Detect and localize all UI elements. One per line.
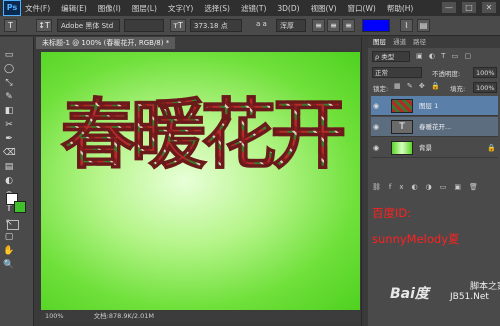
layer-name: 春暖花开... [419,123,452,131]
document-tab[interactable]: 未标题-1 @ 100% (春暖花开, RGB/8) * [36,37,176,49]
opacity-field[interactable]: 100% [473,67,497,78]
document-canvas[interactable]: 春暖花开 [41,52,360,310]
shape-tool-icon[interactable]: ▢ [3,231,15,243]
menu-bar: Ps 文件(F) 编辑(E) 图像(I) 图层(L) 文字(Y) 选择(S) 滤… [0,0,500,16]
trash-icon[interactable]: 🗑 [469,183,486,191]
collapsed-panel-strip [361,37,368,326]
menu-edit[interactable]: 编辑(E) [61,3,87,14]
site-url: JB51.Net [450,292,489,302]
lasso-tool-icon[interactable]: ◯ [3,63,15,75]
align-right-icon[interactable]: ≡ [342,19,355,32]
baidu-logo: Bai度 [390,286,429,302]
text-layer-icon: T [391,120,413,134]
adjustment-icon[interactable]: ◑ [426,183,440,191]
gradient-tool-icon[interactable]: ▤ [3,161,15,173]
menu-filter[interactable]: 滤镜(T) [241,3,266,14]
quick-mask-icon[interactable] [7,220,19,230]
group-icon[interactable]: ▭ [440,183,455,191]
layer-name: 背景 [419,144,432,152]
fx-icon[interactable]: fx [389,183,412,191]
layers-footer: ⛓fx◐◑▭▣🗑 [372,183,498,193]
blend-mode-select[interactable]: 正常 [372,67,422,78]
font-family-select[interactable]: Adobe 黑体 Std [57,19,120,32]
menu-type[interactable]: 文字(Y) [168,3,193,14]
lock-icons[interactable]: ▦ ✎ ✥ 🔒 [394,82,442,90]
window-controls: — □ ✕ [442,2,496,13]
hand-tool-icon[interactable]: ✋ [3,245,15,257]
menu-window[interactable]: 窗口(W) [348,3,376,14]
layer-row-3[interactable]: ◉ 背景 🔒 [371,138,498,158]
layers-panel-tabs: 图层 通道 路径 [368,37,500,48]
antialias-select[interactable]: 浑厚 [276,19,306,32]
mask-icon[interactable]: ◐ [412,183,426,191]
menu-file[interactable]: 文件(F) [25,3,50,14]
menu-view[interactable]: 视图(V) [311,3,337,14]
visibility-eye-icon[interactable]: ◉ [373,96,383,116]
opacity-label: 不透明度: [432,70,461,78]
zoom-level[interactable]: 100% [45,312,64,320]
align-center-icon[interactable]: ≡ [327,19,340,32]
menu-help[interactable]: 帮助(H) [387,3,414,14]
tab-channels[interactable]: 通道 [393,38,406,46]
tab-layers[interactable]: 图层 [373,38,386,46]
tab-paths[interactable]: 路径 [413,38,426,46]
layer-row-2[interactable]: ◉ T 春暖花开... [371,117,498,137]
maximize-button[interactable]: □ [462,2,476,13]
lock-icon: 🔒 [487,144,496,152]
dodge-tool-icon[interactable]: ◐ [3,175,15,187]
warp-text-icon[interactable]: ⌇ [400,19,413,32]
fill-label: 填充: [450,85,466,93]
layer-thumbnail [391,99,413,113]
link-layers-icon[interactable]: ⛓ [372,183,389,191]
pen-tool-icon[interactable]: ✒ [3,133,15,145]
layer-name: 图层 1 [419,102,439,110]
tools-panel: ▭ ◯ ⤡ ✎ ◧ ✂ ✒ ⌫ ▤ ◐ ⊕ T ↖ ▢ ✋ 🔍 [0,37,34,326]
eraser-tool-icon[interactable]: ⌫ [3,147,16,159]
menu-layer[interactable]: 图层(L) [132,3,157,14]
zoom-tool-icon[interactable]: 🔍 [3,259,15,271]
font-size-field[interactable]: 373.18 点 [190,19,242,32]
visibility-eye-icon[interactable]: ◉ [373,117,383,137]
minimize-button[interactable]: — [442,2,456,13]
character-panel-icon[interactable]: ▤ [417,19,430,32]
menu-3d[interactable]: 3D(D) [277,4,299,13]
watermark-line-1: 百度ID: [372,206,412,220]
filter-icons[interactable]: ▣ ◐ T ▭ ▢ [416,52,473,60]
layer-thumbnail [391,141,413,155]
visibility-eye-icon[interactable]: ◉ [373,138,383,158]
watermark-line-2: sunnyMelody夏 [372,232,460,246]
menu-image[interactable]: 图像(I) [98,3,121,14]
background-color-swatch[interactable] [14,201,26,213]
lock-label: 锁定: [373,85,389,93]
canvas-text-layer: 春暖花开 [41,80,360,190]
close-button[interactable]: ✕ [482,2,496,13]
new-layer-icon[interactable]: ▣ [454,183,469,191]
layer-kind-filter[interactable]: ρ 类型 [372,51,410,62]
document-info: 文档:878.9K/2.01M [93,312,155,320]
marquee-tool-icon[interactable]: ▭ [3,49,15,61]
brush-tool-icon[interactable]: ✎ [3,91,15,103]
document-tab-bar: 未标题-1 @ 100% (春暖花开, RGB/8) * [36,37,361,49]
menu-select[interactable]: 选择(S) [204,3,230,14]
font-style-select[interactable] [124,19,164,32]
photoshop-logo: Ps [3,0,21,16]
status-bar: 100% 文档:878.9K/2.01M [41,311,360,321]
crop-tool-icon[interactable]: ⤡ [3,77,15,89]
site-name: 脚本之家 [470,282,500,292]
text-color-swatch[interactable] [362,19,390,32]
type-tool-icon[interactable]: T [4,19,17,32]
font-size-icon: ᴛT [170,19,186,32]
site-watermark: 脚本之家 JB51.Net [450,282,500,302]
slice-tool-icon[interactable]: ✂ [3,119,15,131]
fill-field[interactable]: 100% [473,82,497,93]
author-watermark: 百度ID: sunnyMelody夏 [372,205,460,247]
options-bar: T ↕T Adobe 黑体 Std ᴛT 373.18 点 a a 浑厚 ≡ ≡… [0,16,500,36]
text-orientation-icon[interactable]: ↕T [36,19,52,32]
layer-row-1[interactable]: ◉ 图层 1 [371,96,498,116]
antialias-icon: a a [256,20,267,28]
clone-tool-icon[interactable]: ◧ [3,105,15,117]
align-left-icon[interactable]: ≡ [312,19,325,32]
